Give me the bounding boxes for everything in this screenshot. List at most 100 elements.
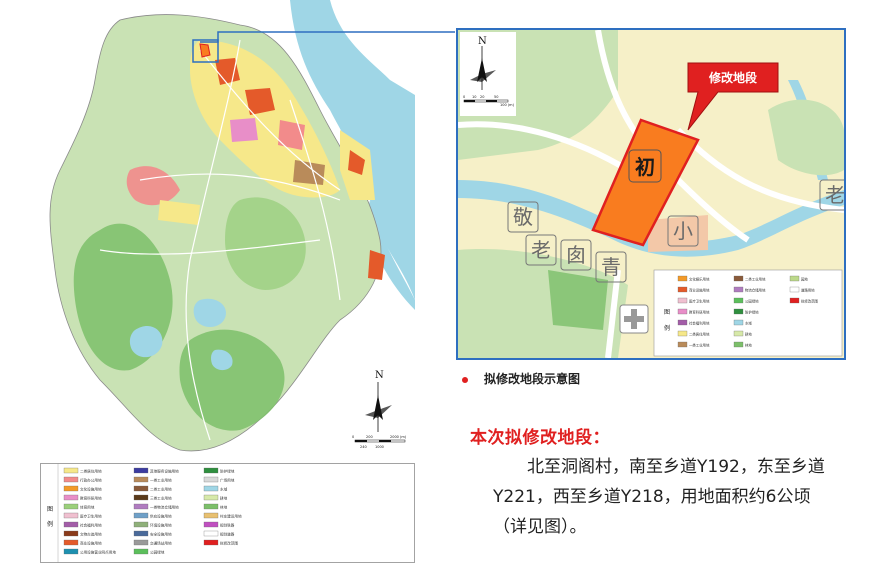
legend-swatch bbox=[677, 319, 688, 326]
legend-label: 规划道路 bbox=[220, 532, 235, 537]
inset-map: 初 修改地段 敬 老 囱 青 小 老 N 0 10 20 50 100 (m) … bbox=[458, 30, 844, 358]
legend-label: 二类工业用地 bbox=[150, 487, 172, 492]
legend-swatch bbox=[133, 548, 149, 555]
legend-label: 三类工业用地 bbox=[150, 496, 172, 501]
map-legend: 图 例 二类居住用地行政办公用地文化设施用地教育科研用地体育用地医疗卫生用地社会… bbox=[40, 463, 415, 563]
legend-label: 公园绿地 bbox=[150, 550, 165, 555]
description-text: 北至洞阁村，南至乡道Y192，东至乡道Y221，西至乡道Y218，用地面积约6公… bbox=[493, 457, 825, 537]
legend-swatch bbox=[133, 530, 149, 537]
legend-swatch bbox=[203, 494, 219, 501]
legend-label: 教育科研用地 bbox=[689, 310, 710, 315]
legend-label: 文化设施用地 bbox=[80, 487, 102, 492]
legend-swatch bbox=[203, 476, 219, 483]
legend-label: 医疗卫生用地 bbox=[80, 514, 102, 519]
legend-label: 二类居住用地 bbox=[80, 469, 102, 474]
legend-label: 社会福利用地 bbox=[80, 523, 102, 528]
parcel-label: 初 bbox=[635, 155, 655, 179]
legend-label: 耕地 bbox=[745, 332, 752, 337]
legend-label: 一类工业用地 bbox=[689, 343, 710, 348]
inset-scale-label-50: 50 bbox=[494, 95, 498, 99]
legend-label: 教育科研用地 bbox=[80, 496, 102, 501]
inset-forest bbox=[548, 270, 608, 330]
legend-label: 防护绿地 bbox=[220, 469, 235, 474]
inset-north-arrow: N 0 10 20 50 100 (m) bbox=[460, 32, 516, 116]
legend-label: 道路用地 bbox=[801, 288, 815, 293]
legend-swatch bbox=[133, 521, 149, 528]
legend-label: 物流仓储用地 bbox=[745, 288, 766, 293]
legend-label: 二类居住用地 bbox=[689, 332, 710, 337]
legend-label: 园地 bbox=[801, 277, 808, 282]
inset-caption: 拟修改地段示意图 bbox=[462, 370, 580, 387]
legend-label: 供应设施用地 bbox=[150, 514, 172, 519]
legend-label: 商业设施用地 bbox=[80, 541, 102, 546]
callout-label: 修改地段 bbox=[708, 70, 758, 85]
scale-label-0: 0 bbox=[352, 435, 354, 439]
legend-label: 社会福利用地 bbox=[689, 321, 710, 326]
legend-label: 规划铁路 bbox=[220, 523, 235, 528]
legend-swatch bbox=[789, 275, 800, 282]
south-east-commercial bbox=[368, 250, 385, 280]
legend-swatch bbox=[733, 275, 744, 282]
legend-label: 体育用地 bbox=[80, 505, 95, 510]
inset-scale-label-20: 20 bbox=[480, 95, 484, 99]
scale-label-2000: 2000 (m) bbox=[390, 435, 407, 439]
hospital-icon bbox=[619, 304, 649, 334]
inset-scale-label-10: 10 bbox=[472, 95, 476, 99]
legend-swatch bbox=[203, 521, 219, 528]
inset-legend: 图 例 文化娱乐用地商业设施用地医疗卫生用地教育科研用地社会福利用地二类居住用地… bbox=[653, 269, 843, 357]
legend-swatch bbox=[677, 308, 688, 315]
legend-swatch bbox=[133, 467, 149, 474]
legend-label: 拟修改范围 bbox=[220, 541, 238, 546]
legend-swatch bbox=[63, 476, 79, 483]
scale-label-1000: 1000 bbox=[375, 445, 384, 449]
legend-title-char-2: 例 bbox=[47, 520, 53, 528]
education-block bbox=[230, 118, 258, 142]
bullet-dot bbox=[462, 376, 468, 383]
legend-swatch bbox=[789, 286, 800, 293]
legend-swatch bbox=[203, 530, 219, 537]
legend-swatch bbox=[203, 503, 219, 510]
legend-swatch bbox=[63, 512, 79, 519]
legend-label: 医疗卫生用地 bbox=[689, 299, 710, 304]
legend-label: 行政办公用地 bbox=[80, 478, 102, 483]
legend-label: 交通场站用地 bbox=[150, 541, 172, 546]
place-label-lao: 老 bbox=[531, 238, 551, 262]
inset-legend-title-1: 图 bbox=[664, 309, 670, 316]
inset-scale-label-100: 100 (m) bbox=[500, 103, 515, 107]
section-heading: 本次拟修改地段： bbox=[470, 428, 610, 448]
legend-label: 水域 bbox=[220, 487, 228, 492]
legend-label: 商业设施用地 bbox=[689, 288, 710, 293]
legend-swatch bbox=[133, 476, 149, 483]
legend-label: 安全设施用地 bbox=[150, 532, 172, 537]
legend-swatch bbox=[63, 494, 79, 501]
legend-label: 林地 bbox=[220, 505, 228, 510]
legend-swatch bbox=[677, 341, 688, 348]
legend-title-char-1: 图 bbox=[47, 506, 53, 513]
legend-swatch bbox=[677, 275, 688, 282]
north-arrow-label: N bbox=[375, 370, 384, 381]
place-label-jing: 敬 bbox=[513, 205, 533, 229]
planning-map: N 0 200 2000 (m) 240 1000 bbox=[40, 0, 415, 460]
legend-swatch bbox=[677, 286, 688, 293]
legend-swatch bbox=[733, 297, 744, 304]
legend-swatch bbox=[203, 512, 219, 519]
caption-text: 拟修改地段示意图 bbox=[484, 372, 581, 386]
legend-label: 水域 bbox=[745, 321, 752, 326]
legend-swatch bbox=[733, 286, 744, 293]
legend-swatch bbox=[133, 485, 149, 492]
legend-label: 二类工业用地 bbox=[745, 277, 766, 282]
legend-label: 防护绿地 bbox=[745, 310, 759, 315]
legend-swatch bbox=[203, 467, 219, 474]
legend-swatch bbox=[63, 530, 79, 537]
legend-label: 公用设施营业网点用地 bbox=[80, 550, 116, 555]
callout-connector bbox=[200, 31, 455, 43]
legend-swatch bbox=[677, 297, 688, 304]
legend-swatch bbox=[133, 539, 149, 546]
legend-swatch bbox=[63, 503, 79, 510]
legend-swatch bbox=[133, 494, 149, 501]
place-label-cong: 囱 bbox=[566, 243, 586, 267]
legend-swatch bbox=[789, 297, 800, 304]
scale-label-240: 240 bbox=[360, 445, 367, 449]
inset-legend-title-2: 例 bbox=[664, 324, 670, 332]
scale-label-200: 200 bbox=[366, 435, 373, 439]
